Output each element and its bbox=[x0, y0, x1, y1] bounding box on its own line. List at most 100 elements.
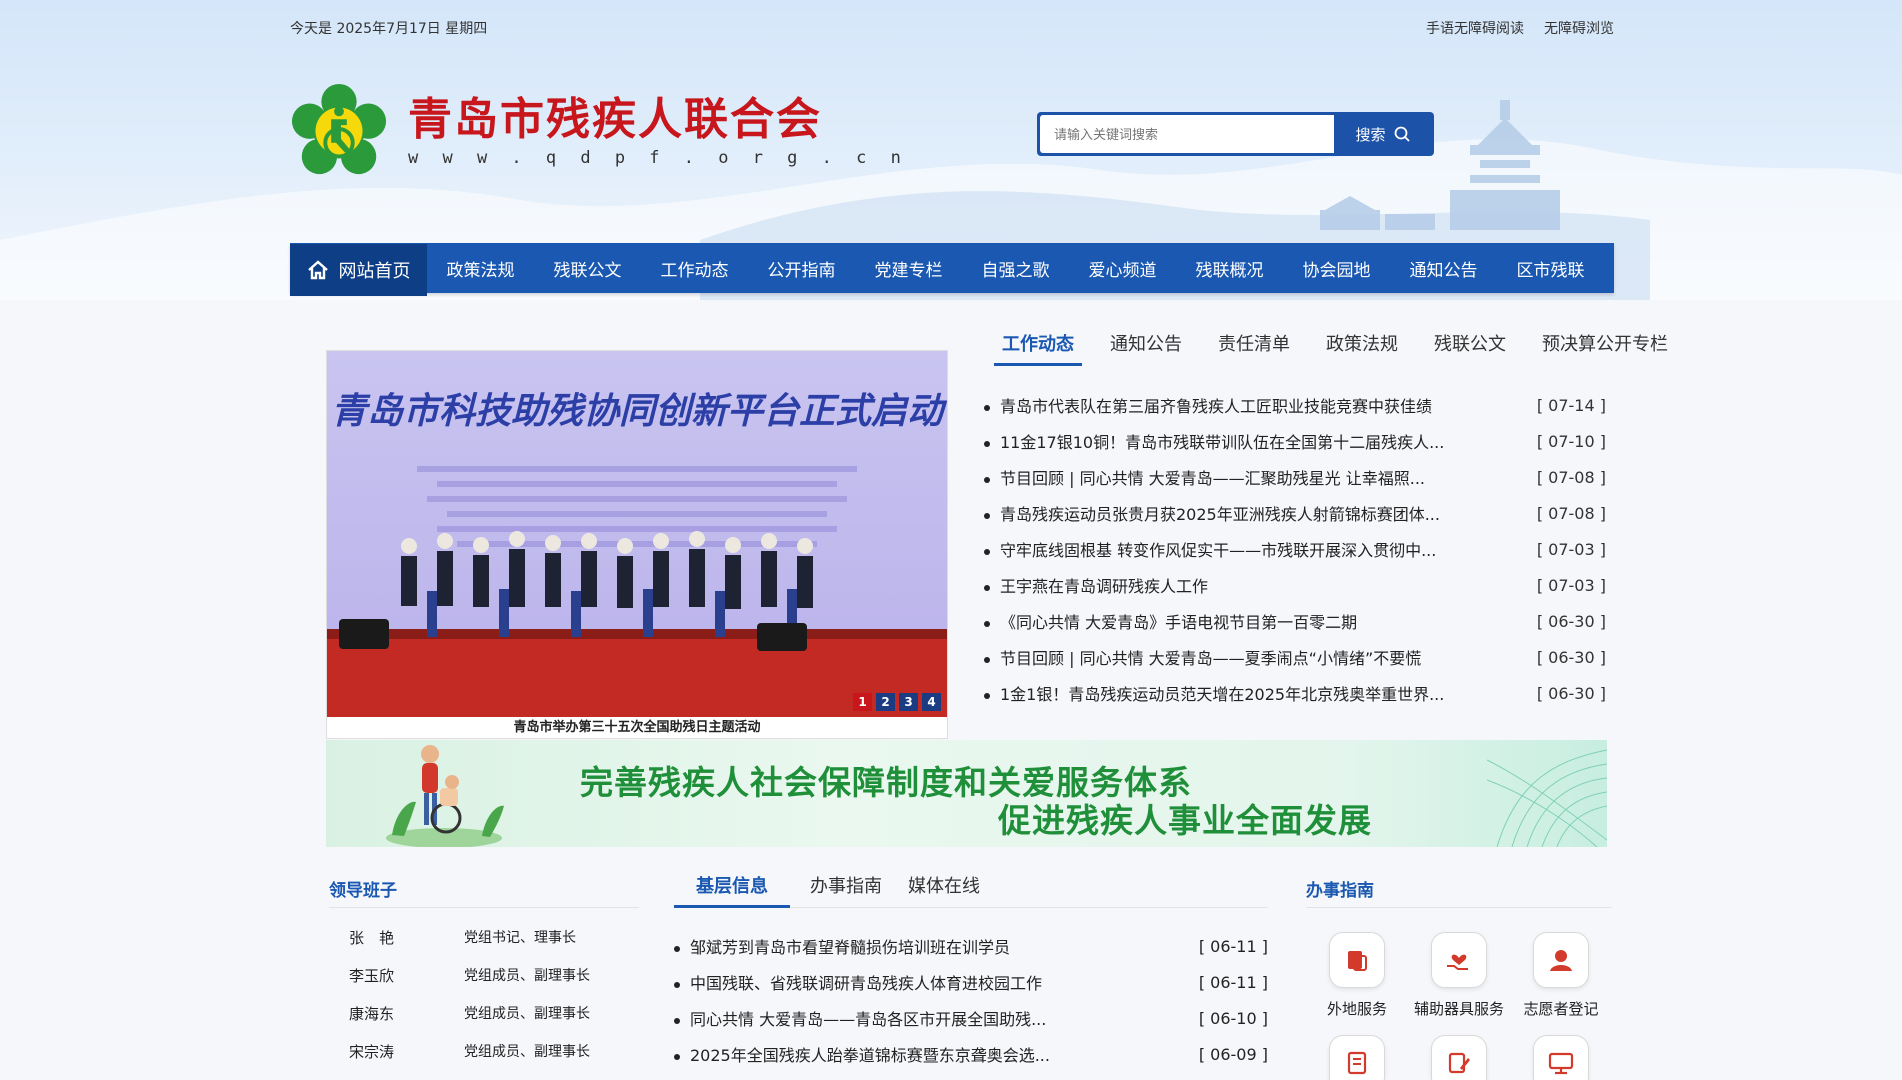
nav-item-documents[interactable]: 残联公文 bbox=[554, 256, 622, 281]
list-item[interactable]: 1金1银！青岛残疾运动员范天增在2025年北京残奥举重世界... [ 06-30 … bbox=[984, 675, 1606, 711]
list-item[interactable]: 同心共情 大爱青岛——青岛各区市开展全国助残... [ 06-10 ] bbox=[674, 1000, 1268, 1036]
news-tabs: 工作动态 通知公告 责任清单 政策法规 残联公文 预决算公开专栏 bbox=[994, 330, 1676, 366]
search-icon bbox=[1394, 126, 1410, 142]
nav-home[interactable]: 网站首页 bbox=[290, 244, 427, 296]
list-item[interactable]: 11金17银10铜！青岛市残联带训队伍在全国第十二届残疾人... [ 07-10 … bbox=[984, 423, 1606, 459]
news-title[interactable]: 青岛残疾运动员张贵月获2025年亚洲残疾人射箭锦标赛团体... bbox=[984, 501, 1440, 525]
list-item[interactable]: 青岛市代表队在第三届齐鲁残疾人工匠职业技能竞赛中获佳绩 [ 07-14 ] bbox=[984, 387, 1606, 423]
table-row[interactable]: 宋宗涛 党组成员、副理事长 bbox=[329, 1032, 639, 1070]
service-item-nonlocal[interactable]: 外地服务 bbox=[1306, 932, 1408, 1019]
service-item-label: 辅助器具服务 bbox=[1413, 1000, 1504, 1018]
news-title[interactable]: 守牢底线固根基 转变作风促实干——市残联开展深入贯彻中... bbox=[984, 537, 1436, 561]
news-slideshow[interactable]: 青岛市科技助残协同创新平台正式启动 1 2 3 4 青岛市举办第三十五次全国助残… bbox=[326, 350, 948, 739]
list-item[interactable]: 2025年全国残疾人跆拳道锦标赛暨东京聋奥会选... [ 06-09 ] bbox=[674, 1036, 1268, 1072]
list-item[interactable]: 《同心共情 大爱青岛》手语电视节目第一百零二期 [ 06-30 ] bbox=[984, 603, 1606, 639]
service-guide-panel: 办事指南 外地服务 辅助器具服务 志愿者登记 bbox=[1306, 876, 1612, 1080]
news-date: [ 07-10 ] bbox=[1536, 431, 1606, 451]
news-title[interactable]: 王宇燕在青岛调研残疾人工作 bbox=[984, 573, 1208, 597]
service-item-volunteer[interactable]: 志愿者登记 bbox=[1510, 932, 1612, 1019]
current-date: 今天是 2025年7月17日 星期四 bbox=[290, 21, 488, 37]
table-row[interactable]: 李玉欣 党组成员、副理事长 bbox=[329, 956, 639, 994]
disabled-federation-emblem-icon bbox=[291, 83, 387, 175]
news-title[interactable]: 11金17银10铜！青岛市残联带训队伍在全国第十二届残疾人... bbox=[984, 429, 1444, 453]
list-item[interactable]: 节目回顾 | 同心共情 大爱青岛——夏季闹点“小情绪”不要慌 [ 06-30 ] bbox=[984, 639, 1606, 675]
slogan-banner[interactable]: 完善残疾人社会保障制度和关爱服务体系 促进残疾人事业全面发展 bbox=[326, 740, 1607, 847]
table-row[interactable]: 康海东 党组成员、副理事长 bbox=[329, 994, 639, 1032]
tab-budget-disclosure[interactable]: 预决算公开专栏 bbox=[1534, 330, 1676, 366]
nav-item-disclosure-guide[interactable]: 公开指南 bbox=[768, 256, 836, 281]
tab-grassroots-info[interactable]: 基层信息 bbox=[674, 872, 790, 908]
news-title[interactable]: 同心共情 大爱青岛——青岛各区市开展全国助残... bbox=[674, 1006, 1046, 1030]
slide-page-4[interactable]: 4 bbox=[922, 693, 941, 711]
leader-name[interactable]: 康海东 bbox=[329, 1003, 464, 1024]
news-date: [ 06-30 ] bbox=[1536, 611, 1606, 631]
news-date: [ 06-30 ] bbox=[1536, 647, 1606, 667]
tab-responsibility-list[interactable]: 责任清单 bbox=[1210, 330, 1298, 366]
tab-documents[interactable]: 残联公文 bbox=[1426, 330, 1514, 366]
tab-notices[interactable]: 通知公告 bbox=[1102, 330, 1190, 366]
news-date: [ 07-14 ] bbox=[1536, 395, 1606, 415]
list-item[interactable]: 王宇燕在青岛调研残疾人工作 [ 07-03 ] bbox=[984, 567, 1606, 603]
nav-item-party-building[interactable]: 党建专栏 bbox=[875, 256, 943, 281]
leader-name[interactable]: 张 艳 bbox=[329, 927, 464, 948]
list-item[interactable]: 青岛残疾运动员张贵月获2025年亚洲残疾人射箭锦标赛团体... [ 07-08 ] bbox=[984, 495, 1606, 531]
leadership-title: 领导班子 bbox=[329, 881, 397, 901]
list-item[interactable]: 中国残联、省残联调研青岛残疾人体育进校园工作 [ 06-11 ] bbox=[674, 964, 1268, 1000]
service-item-6[interactable] bbox=[1510, 1035, 1612, 1080]
leader-position: 党组成员、副理事长 bbox=[464, 968, 590, 984]
slide-headline: 青岛市科技助残协同创新平台正式启动 bbox=[331, 391, 947, 432]
service-item-assistive-devices[interactable]: 辅助器具服务 bbox=[1408, 932, 1510, 1019]
tab-media-online[interactable]: 媒体在线 bbox=[902, 872, 986, 908]
news-date: [ 06-09 ] bbox=[1198, 1044, 1268, 1064]
search-input[interactable] bbox=[1040, 115, 1334, 153]
news-title[interactable]: 青岛市代表队在第三届齐鲁残疾人工匠职业技能竞赛中获佳绩 bbox=[984, 393, 1432, 417]
news-title[interactable]: 节目回顾 | 同心共情 大爱青岛——汇聚助残星光 让幸福照... bbox=[984, 465, 1425, 489]
top-bar: 今天是 2025年7月17日 星期四 手语无障碍阅读 无障碍浏览 bbox=[290, 16, 1614, 38]
tab-service-guide[interactable]: 办事指南 bbox=[804, 872, 888, 908]
table-row[interactable]: 张 艳党组书记、理事长 bbox=[329, 918, 639, 956]
search-box: 搜索 bbox=[1037, 112, 1434, 156]
sign-language-reading-link[interactable]: 手语无障碍阅读 bbox=[1426, 18, 1524, 38]
clipboard-icon bbox=[1348, 951, 1367, 971]
slide-photo[interactable]: 青岛市科技助残协同创新平台正式启动 1 2 3 4 bbox=[327, 351, 947, 717]
site-name: 青岛市残疾人联合会 bbox=[408, 94, 822, 145]
list-item[interactable]: 节目回顾 | 同心共情 大爱青岛——汇聚助残星光 让幸福照... [ 07-08 … bbox=[984, 459, 1606, 495]
list-item[interactable]: 邹斌芳到青岛市看望脊髓损伤培训班在训学员 [ 06-11 ] bbox=[674, 928, 1268, 964]
site-logo[interactable]: 青岛市残疾人联合会 w w w . q d p f . o r g . c n bbox=[290, 82, 908, 180]
nav-item-district-federations[interactable]: 区市残联 bbox=[1517, 256, 1585, 281]
nav-item-work-news[interactable]: 工作动态 bbox=[661, 256, 729, 281]
search-button-label: 搜索 bbox=[1355, 125, 1386, 144]
slide-page-3[interactable]: 3 bbox=[899, 693, 918, 711]
nav-item-notices[interactable]: 通知公告 bbox=[1410, 256, 1478, 281]
news-title[interactable]: 《同心共情 大爱青岛》手语电视节目第一百零二期 bbox=[984, 609, 1357, 633]
wave-pattern-icon bbox=[1487, 749, 1607, 847]
grassroots-tabs: 基层信息 办事指南 媒体在线 bbox=[674, 872, 1268, 908]
news-title[interactable]: 中国残联、省残联调研青岛残疾人体育进校园工作 bbox=[674, 970, 1042, 994]
news-title[interactable]: 1金1银！青岛残疾运动员范天增在2025年北京残奥举重世界... bbox=[984, 681, 1444, 705]
news-title[interactable]: 邹斌芳到青岛市看望脊髓损伤培训班在训学员 bbox=[674, 934, 1010, 958]
nav-item-charity[interactable]: 爱心频道 bbox=[1089, 256, 1157, 281]
list-item[interactable]: 守牢底线固根基 转变作风促实干——市残联开展深入贯彻中... [ 07-03 ] bbox=[984, 531, 1606, 567]
leader-position: 党组成员、副理事长 bbox=[464, 1044, 590, 1060]
nav-item-policy[interactable]: 政策法规 bbox=[447, 256, 515, 281]
service-item-5[interactable] bbox=[1408, 1035, 1510, 1080]
slogan-line-2: 促进残疾人事业全面发展 bbox=[998, 801, 1372, 840]
tab-policy[interactable]: 政策法规 bbox=[1318, 330, 1406, 366]
service-item-4[interactable] bbox=[1306, 1035, 1408, 1080]
leader-name[interactable]: 宋宗涛 bbox=[329, 1041, 464, 1062]
news-title[interactable]: 节目回顾 | 同心共情 大爱青岛——夏季闹点“小情绪”不要慌 bbox=[984, 645, 1421, 669]
nav-item-associations[interactable]: 协会园地 bbox=[1303, 256, 1371, 281]
accessible-browse-link[interactable]: 无障碍浏览 bbox=[1544, 18, 1614, 38]
search-button[interactable]: 搜索 bbox=[1334, 115, 1431, 153]
tab-work-news[interactable]: 工作动态 bbox=[994, 330, 1082, 366]
leader-position: 党组书记、理事长 bbox=[464, 930, 576, 946]
nav-item-self-reliance[interactable]: 自强之歌 bbox=[982, 256, 1050, 281]
news-date: [ 07-03 ] bbox=[1536, 575, 1606, 595]
nav-item-overview[interactable]: 残联概况 bbox=[1196, 256, 1264, 281]
slide-page-1[interactable]: 1 bbox=[853, 693, 872, 711]
leader-name[interactable]: 李玉欣 bbox=[329, 965, 464, 986]
slide-caption[interactable]: 青岛市举办第三十五次全国助残日主题活动 bbox=[327, 717, 947, 738]
nav-home-label: 网站首页 bbox=[338, 261, 411, 282]
news-title[interactable]: 2025年全国残疾人跆拳道锦标赛暨东京聋奥会选... bbox=[674, 1042, 1050, 1066]
slide-page-2[interactable]: 2 bbox=[876, 693, 895, 711]
